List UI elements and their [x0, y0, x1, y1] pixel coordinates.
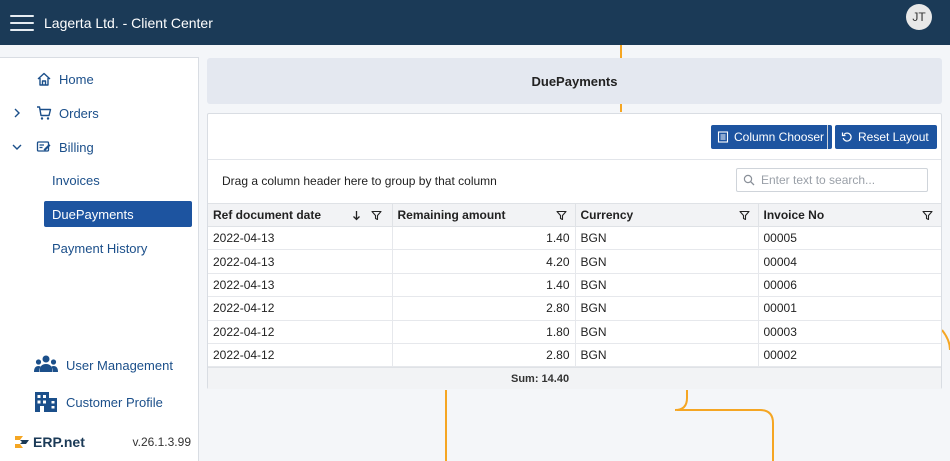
- search-input[interactable]: [761, 173, 921, 187]
- app-version: v.26.1.3.99: [132, 435, 192, 449]
- sidebar-item-duepayments[interactable]: DuePayments: [44, 201, 192, 227]
- toolbar-separator: [827, 125, 828, 149]
- cell-ref-document-date: 2022-04-12: [208, 320, 393, 344]
- sort-descending-icon[interactable]: [351, 210, 362, 221]
- search-box[interactable]: [736, 168, 928, 192]
- cell-invoice-no: 00002: [758, 343, 941, 368]
- reset-layout-button[interactable]: Reset Layout: [835, 125, 937, 149]
- cell-invoice-no: 00006: [758, 273, 941, 298]
- grid-summary-row: Sum: 14.40: [208, 367, 941, 389]
- user-avatar[interactable]: JT: [906, 4, 932, 30]
- cell-remaining-amount: 1.80: [392, 320, 576, 344]
- column-header-remaining-amount[interactable]: Remaining amount: [392, 203, 576, 227]
- cell-remaining-amount: 2.80: [392, 296, 576, 321]
- erpnet-logo: ERP.net: [14, 434, 85, 450]
- grid-header-row: Ref document date Remaining amount Curre…: [208, 203, 941, 227]
- cell-ref-document-date: 2022-04-13: [208, 226, 393, 251]
- cell-remaining-amount: 2.80: [392, 343, 576, 368]
- cell-remaining-amount: 1.40: [392, 273, 576, 298]
- table-row[interactable]: 2022-04-12 2.80 BGN 00002: [208, 343, 941, 368]
- cell-invoice-no: 00003: [758, 320, 941, 344]
- cell-currency: BGN: [575, 273, 759, 298]
- home-icon: [37, 72, 51, 86]
- filter-icon[interactable]: [555, 210, 567, 221]
- sidebar-item-billing[interactable]: Billing: [0, 134, 199, 160]
- group-panel-hint[interactable]: Drag a column header here to group by th…: [222, 174, 497, 188]
- column-chooser-icon: [717, 131, 729, 143]
- brand-name: ERP.net: [33, 434, 85, 450]
- filter-icon[interactable]: [921, 210, 933, 221]
- column-header-invoice-no[interactable]: Invoice No: [758, 203, 941, 227]
- toolbar-divider: [208, 159, 941, 160]
- building-icon: [35, 392, 57, 412]
- column-header-label: Ref document date: [213, 208, 322, 222]
- column-header-label: Invoice No: [763, 208, 825, 222]
- sum-total: Sum: 14.40: [511, 373, 570, 385]
- cart-icon: [37, 106, 52, 120]
- cell-currency: BGN: [575, 226, 759, 251]
- cell-invoice-no: 00001: [758, 296, 941, 321]
- table-row[interactable]: 2022-04-12 1.80 BGN 00003: [208, 320, 941, 344]
- column-header-label: Currency: [580, 208, 634, 222]
- table-row[interactable]: 2022-04-13 1.40 BGN 00005: [208, 226, 941, 251]
- billing-icon: [36, 141, 51, 152]
- cell-currency: BGN: [575, 249, 759, 274]
- cell-currency: BGN: [575, 296, 759, 321]
- app-title: Lagerta Ltd. - Client Center: [44, 14, 213, 31]
- cell-ref-document-date: 2022-04-13: [208, 273, 393, 298]
- cell-remaining-amount: 4.20: [392, 249, 576, 274]
- data-grid: Ref document date Remaining amount Curre…: [208, 203, 941, 368]
- cell-ref-document-date: 2022-04-13: [208, 249, 393, 274]
- column-header-label: Remaining amount: [397, 208, 506, 222]
- chevron-right-icon[interactable]: [11, 107, 23, 119]
- table-row[interactable]: 2022-04-13 1.40 BGN 00006: [208, 273, 941, 298]
- users-icon: [34, 355, 58, 372]
- cell-ref-document-date: 2022-04-12: [208, 296, 393, 321]
- sidebar-item-orders[interactable]: Orders: [0, 100, 199, 126]
- sidebar: Home Orders Billing Invoices DuePayments…: [0, 57, 199, 461]
- reset-icon: [841, 132, 852, 142]
- column-header-ref-document-date[interactable]: Ref document date: [208, 203, 393, 227]
- cell-invoice-no: 00004: [758, 249, 941, 274]
- table-row[interactable]: 2022-04-12 2.80 BGN 00001: [208, 296, 941, 321]
- chevron-down-icon[interactable]: [11, 141, 23, 153]
- top-bar: Lagerta Ltd. - Client Center JT: [0, 0, 950, 45]
- data-grid-panel: Column Chooser Reset Layout Drag a colum…: [207, 113, 942, 389]
- filter-icon[interactable]: [738, 210, 750, 221]
- page-title: DuePayments: [207, 58, 942, 104]
- search-icon: [743, 174, 755, 186]
- erpnet-logo-icon: [15, 436, 29, 448]
- cell-invoice-no: 00005: [758, 226, 941, 251]
- cell-remaining-amount: 1.40: [392, 226, 576, 251]
- column-header-currency[interactable]: Currency: [575, 203, 759, 227]
- column-chooser-label: Column Chooser: [734, 130, 825, 144]
- sidebar-item-user-management[interactable]: User Management: [34, 352, 173, 378]
- hamburger-menu-icon[interactable]: [10, 13, 34, 33]
- sidebar-item-home[interactable]: Home: [0, 66, 199, 92]
- filter-icon[interactable]: [371, 210, 382, 221]
- reset-layout-label: Reset Layout: [858, 130, 929, 144]
- cell-currency: BGN: [575, 320, 759, 344]
- sidebar-item-label: Billing: [59, 139, 94, 155]
- sidebar-item-label: User Management: [66, 357, 173, 373]
- column-chooser-button[interactable]: Column Chooser: [711, 125, 833, 149]
- cell-currency: BGN: [575, 343, 759, 368]
- sidebar-item-customer-profile[interactable]: Customer Profile: [34, 389, 163, 415]
- table-row[interactable]: 2022-04-13 4.20 BGN 00004: [208, 249, 941, 274]
- sidebar-item-label: Home: [59, 71, 94, 87]
- sidebar-item-invoices[interactable]: Invoices: [44, 167, 192, 193]
- cell-ref-document-date: 2022-04-12: [208, 343, 393, 368]
- sidebar-item-label: Orders: [59, 105, 99, 121]
- sidebar-item-payment-history[interactable]: Payment History: [44, 235, 192, 261]
- sidebar-item-label: Customer Profile: [66, 394, 163, 410]
